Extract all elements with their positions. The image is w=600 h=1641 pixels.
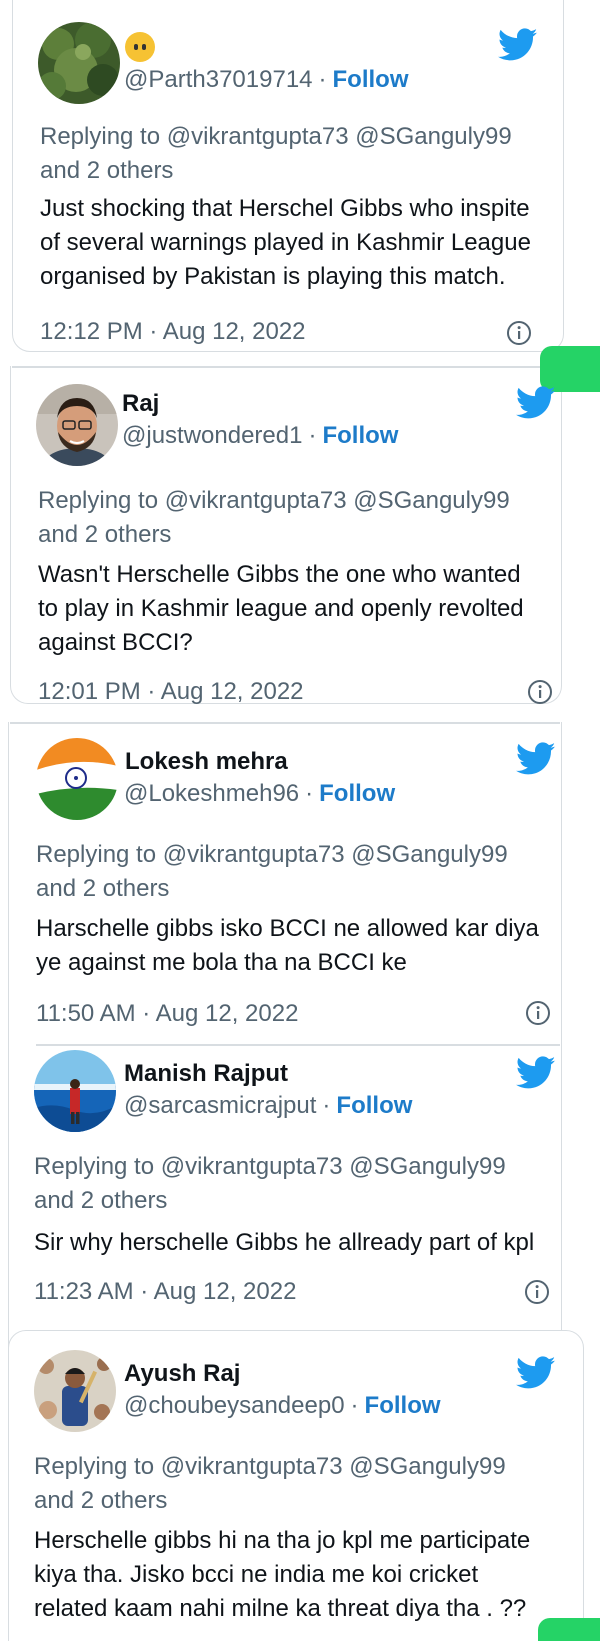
follow-button[interactable]: Follow [333, 66, 409, 93]
handle-line: @choubeysandeep0 · Follow [124, 1392, 441, 1420]
twitter-bird-icon[interactable] [498, 28, 538, 62]
follow-button[interactable]: Follow [365, 1392, 441, 1419]
handle-line: @Parth37019714 · Follow [124, 66, 409, 94]
handle-line: @sarcasmicrajput · Follow [124, 1092, 412, 1120]
display-name[interactable]: Ayush Raj [124, 1360, 240, 1388]
tweet-text-line: to play in Kashmir league and openly rev… [38, 595, 524, 622]
tweet-text: Wasn't Herschelle Gibbs the one who want… [38, 558, 558, 660]
tweet-text-line: Herschelle gibbs hi na tha jo kpl me par… [34, 1527, 531, 1554]
user-handle[interactable]: @justwondered1 [122, 422, 302, 449]
user-handle[interactable]: @sarcasmicrajput [124, 1092, 316, 1119]
user-handle[interactable]: @Parth37019714 [124, 66, 313, 93]
info-icon[interactable] [506, 320, 532, 346]
follow-button[interactable]: Follow [322, 422, 398, 449]
tweet-text-line: Sir why herschelle Gibbs he allready par… [34, 1229, 535, 1256]
avatar[interactable] [36, 738, 118, 820]
tweet-timestamp[interactable]: 12:12 PM · Aug 12, 2022 [40, 318, 306, 346]
avatar[interactable] [38, 22, 120, 104]
tweet-timestamp[interactable]: 12:01 PM · Aug 12, 2022 [38, 678, 304, 706]
tweet-card[interactable] [8, 722, 562, 1362]
tweet-text-line: ye against me bola tha na BCCI ke [36, 949, 407, 976]
separator: · [318, 66, 327, 93]
tweet-text-line: Wasn't Herschelle Gibbs the one who want… [38, 561, 521, 588]
avatar[interactable] [36, 384, 118, 466]
tweet-text-line: against BCCI? [38, 629, 193, 656]
twitter-bird-icon[interactable] [516, 742, 556, 776]
handle-line: @justwondered1 · Follow [122, 422, 398, 450]
tweet-text-line: Just shocking that Herschel Gibbs who in… [40, 195, 530, 222]
avatar[interactable] [34, 1050, 116, 1132]
user-handle[interactable]: @Lokeshmeh96 [124, 780, 299, 807]
tweet-text: Sir why herschelle Gibbs he allready par… [34, 1226, 574, 1260]
tweet-text: Just shocking that Herschel Gibbs who in… [40, 192, 560, 294]
tweet-timestamp[interactable]: 11:50 AM · Aug 12, 2022 [36, 1000, 298, 1028]
neutral-face-emoji-icon [125, 32, 155, 62]
user-handle[interactable]: @choubeysandeep0 [124, 1392, 345, 1419]
follow-button[interactable]: Follow [319, 780, 395, 807]
twitter-bird-icon[interactable] [516, 1356, 556, 1390]
replying-to[interactable]: Replying to @vikrantgupta73 @SGanguly99 … [34, 1450, 514, 1518]
handle-line: @Lokeshmeh96 · Follow [124, 780, 395, 808]
replying-to[interactable]: Replying to @vikrantgupta73 @SGanguly99 … [34, 1150, 514, 1218]
separator: · [350, 1392, 359, 1419]
replying-to[interactable]: Replying to @vikrantgupta73 @SGanguly99 … [40, 120, 520, 188]
tweet-text-line: Harschelle gibbs isko BCCI ne allowed ka… [36, 915, 539, 942]
tweet-timestamp[interactable]: 11:23 AM · Aug 12, 2022 [34, 1278, 296, 1306]
display-name[interactable]: Raj [122, 390, 159, 418]
info-icon[interactable] [527, 679, 553, 705]
info-icon[interactable] [525, 1000, 551, 1026]
twitter-bird-icon[interactable] [516, 1056, 556, 1090]
tweet-text-line: kiya tha. Jisko bcci ne india me koi cri… [34, 1561, 479, 1588]
follow-button[interactable]: Follow [336, 1092, 412, 1119]
tweet-text: Harschelle gibbs isko BCCI ne allowed ka… [36, 912, 566, 980]
twitter-bird-icon[interactable] [516, 386, 556, 420]
tweet-text: Herschelle gibbs hi na tha jo kpl me par… [34, 1524, 574, 1626]
separator: · [322, 1092, 331, 1119]
display-name[interactable]: Lokesh mehra [125, 748, 288, 776]
tweet-text-line: of several warnings played in Kashmir Le… [40, 229, 531, 256]
replying-to[interactable]: Replying to @vikrantgupta73 @SGanguly99 … [38, 484, 518, 552]
separator: · [308, 422, 317, 449]
tweet-text-line: organised by Pakistan is playing this ma… [40, 263, 506, 290]
info-icon[interactable] [524, 1279, 550, 1305]
tweet-text-line: related kaam nahi milne ka threat diya t… [34, 1595, 527, 1622]
divider [36, 1044, 560, 1046]
separator: · [305, 780, 314, 807]
divider [12, 366, 562, 368]
display-name[interactable]: Manish Rajput [124, 1060, 288, 1088]
divider [10, 722, 560, 724]
replying-to[interactable]: Replying to @vikrantgupta73 @SGanguly99 … [36, 838, 516, 906]
avatar[interactable] [34, 1350, 116, 1432]
